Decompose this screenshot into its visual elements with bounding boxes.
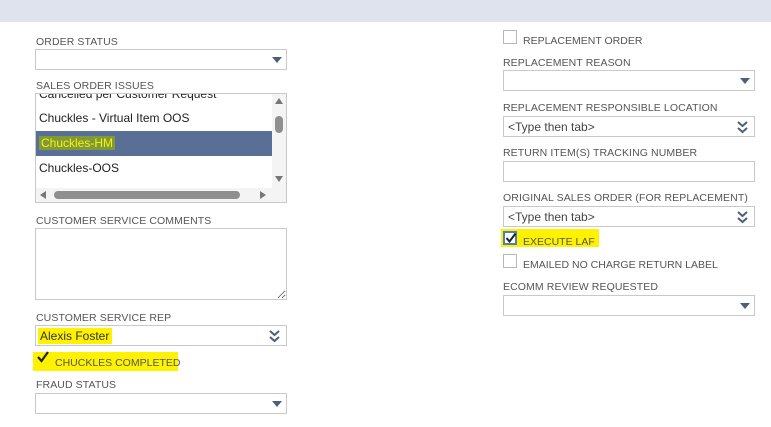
original-sales-order-placeholder: <Type then tab> — [508, 210, 595, 224]
sales-order-issues-label: SALES ORDER ISSUES — [36, 80, 154, 92]
replacement-reason-select[interactable] — [503, 70, 755, 91]
replacement-responsible-location-field[interactable]: <Type then tab> — [503, 116, 755, 137]
list-item-selected[interactable]: Chuckles-HM — [36, 131, 272, 156]
vertical-scrollbar[interactable] — [272, 94, 286, 188]
replacement-responsible-location-label: REPLACEMENT RESPONSIBLE LOCATION — [503, 102, 718, 114]
checkmark-icon — [505, 232, 517, 244]
chevron-down-icon[interactable] — [740, 78, 750, 84]
return-tracking-number-label: RETURN ITEM(S) TRACKING NUMBER — [503, 147, 698, 159]
replacement-responsible-location-placeholder: <Type then tab> — [508, 120, 595, 134]
scroll-up-icon[interactable] — [275, 98, 283, 104]
customer-service-rep-field[interactable]: Alexis Foster — [35, 325, 287, 346]
list-item[interactable]: Chuckles - Virtual Item OOS — [36, 106, 272, 131]
chuckles-completed-checkbox[interactable] — [36, 351, 50, 365]
original-sales-order-field[interactable]: <Type then tab> — [503, 206, 755, 227]
emailed-no-charge-return-label-checkbox[interactable] — [503, 254, 517, 268]
fraud-status-label: FRAUD STATUS — [36, 379, 117, 391]
list-item[interactable]: Chuckles-OOS — [36, 156, 272, 181]
sales-order-issues-listbox[interactable]: Cancelled per Customer Request Chuckles … — [35, 93, 287, 203]
checkmark-icon — [37, 351, 49, 363]
replacement-reason-label: REPLACEMENT REASON — [503, 57, 631, 69]
original-sales-order-label: ORIGINAL SALES ORDER (FOR REPLACEMENT) — [503, 192, 748, 204]
emailed-no-charge-return-label-label: EMAILED NO CHARGE RETURN LABEL — [523, 259, 718, 271]
scroll-left-icon[interactable] — [40, 191, 46, 199]
order-status-select[interactable] — [35, 49, 287, 70]
customer-service-rep-value: Alexis Foster — [38, 328, 113, 344]
horizontal-scrollbar[interactable] — [36, 188, 286, 202]
chevron-down-icon[interactable] — [740, 303, 750, 309]
customer-service-comments-label: CUSTOMER SERVICE COMMENTS — [36, 215, 212, 227]
scroll-down-icon[interactable] — [275, 176, 283, 182]
customer-service-rep-label: CUSTOMER SERVICE REP — [36, 312, 172, 324]
double-chevron-down-icon[interactable] — [737, 120, 748, 134]
customer-service-comments-textarea[interactable] — [35, 228, 287, 300]
fraud-status-select[interactable] — [35, 393, 287, 414]
list-item-label: Chuckles-HM — [39, 136, 116, 150]
chevron-down-icon[interactable] — [272, 57, 282, 63]
replacement-order-checkbox[interactable] — [503, 30, 517, 44]
execute-laf-checkbox[interactable] — [503, 231, 517, 245]
vertical-scroll-thumb[interactable] — [275, 116, 283, 133]
return-tracking-number-input[interactable] — [503, 161, 755, 182]
ecomm-review-requested-label: ECOMM REVIEW REQUESTED — [503, 281, 659, 293]
double-chevron-down-icon[interactable] — [269, 329, 280, 343]
horizontal-scroll-thumb[interactable] — [54, 191, 240, 199]
replacement-order-label: REPLACEMENT ORDER — [523, 35, 643, 47]
execute-laf-label: EXECUTE LAF — [523, 236, 595, 248]
chuckles-completed-label: CHUCKLES COMPLETED — [55, 357, 181, 369]
chevron-down-icon[interactable] — [272, 401, 282, 407]
order-status-label: ORDER STATUS — [36, 36, 118, 48]
double-chevron-down-icon[interactable] — [737, 210, 748, 224]
scroll-right-icon[interactable] — [260, 191, 266, 199]
ecomm-review-requested-select[interactable] — [503, 295, 755, 316]
list-item[interactable]: Cancelled per Customer Request — [36, 94, 272, 107]
top-header-bar — [0, 0, 771, 22]
